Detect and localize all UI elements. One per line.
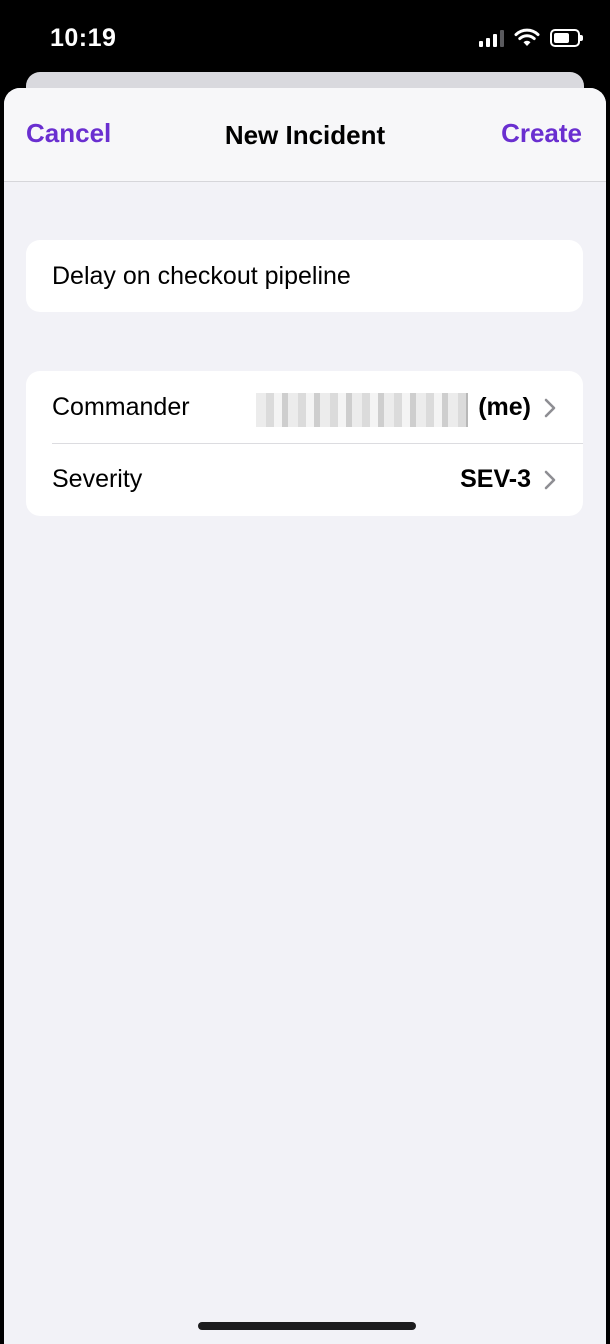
new-incident-sheet: Cancel New Incident Create Commander (me… bbox=[4, 88, 606, 1344]
text-caret bbox=[466, 393, 468, 427]
status-time: 10:19 bbox=[50, 24, 117, 52]
home-indicator[interactable] bbox=[198, 1322, 416, 1330]
commander-row[interactable]: Commander (me) bbox=[26, 371, 583, 443]
navigation-bar: Cancel New Incident Create bbox=[4, 88, 606, 182]
incident-name-card bbox=[26, 240, 583, 312]
battery-icon bbox=[550, 29, 583, 47]
cancel-button[interactable]: Cancel bbox=[26, 118, 111, 149]
cellular-signal-icon bbox=[479, 29, 504, 47]
severity-value: SEV-3 bbox=[460, 465, 531, 493]
commander-value: (me) bbox=[478, 393, 531, 421]
status-bar: 10:19 bbox=[0, 0, 610, 72]
severity-row[interactable]: Severity SEV-3 bbox=[26, 443, 583, 515]
incident-name-field[interactable] bbox=[52, 240, 562, 312]
chevron-right-icon bbox=[544, 398, 556, 418]
redacted-commander-name bbox=[256, 393, 466, 427]
commander-label: Commander bbox=[52, 393, 190, 421]
incident-settings-card: Commander (me) Severity SEV-3 bbox=[26, 371, 583, 516]
chevron-right-icon bbox=[544, 470, 556, 490]
wifi-icon bbox=[514, 28, 540, 46]
status-icons bbox=[479, 26, 583, 50]
create-button[interactable]: Create bbox=[501, 118, 582, 149]
severity-label: Severity bbox=[52, 465, 143, 493]
